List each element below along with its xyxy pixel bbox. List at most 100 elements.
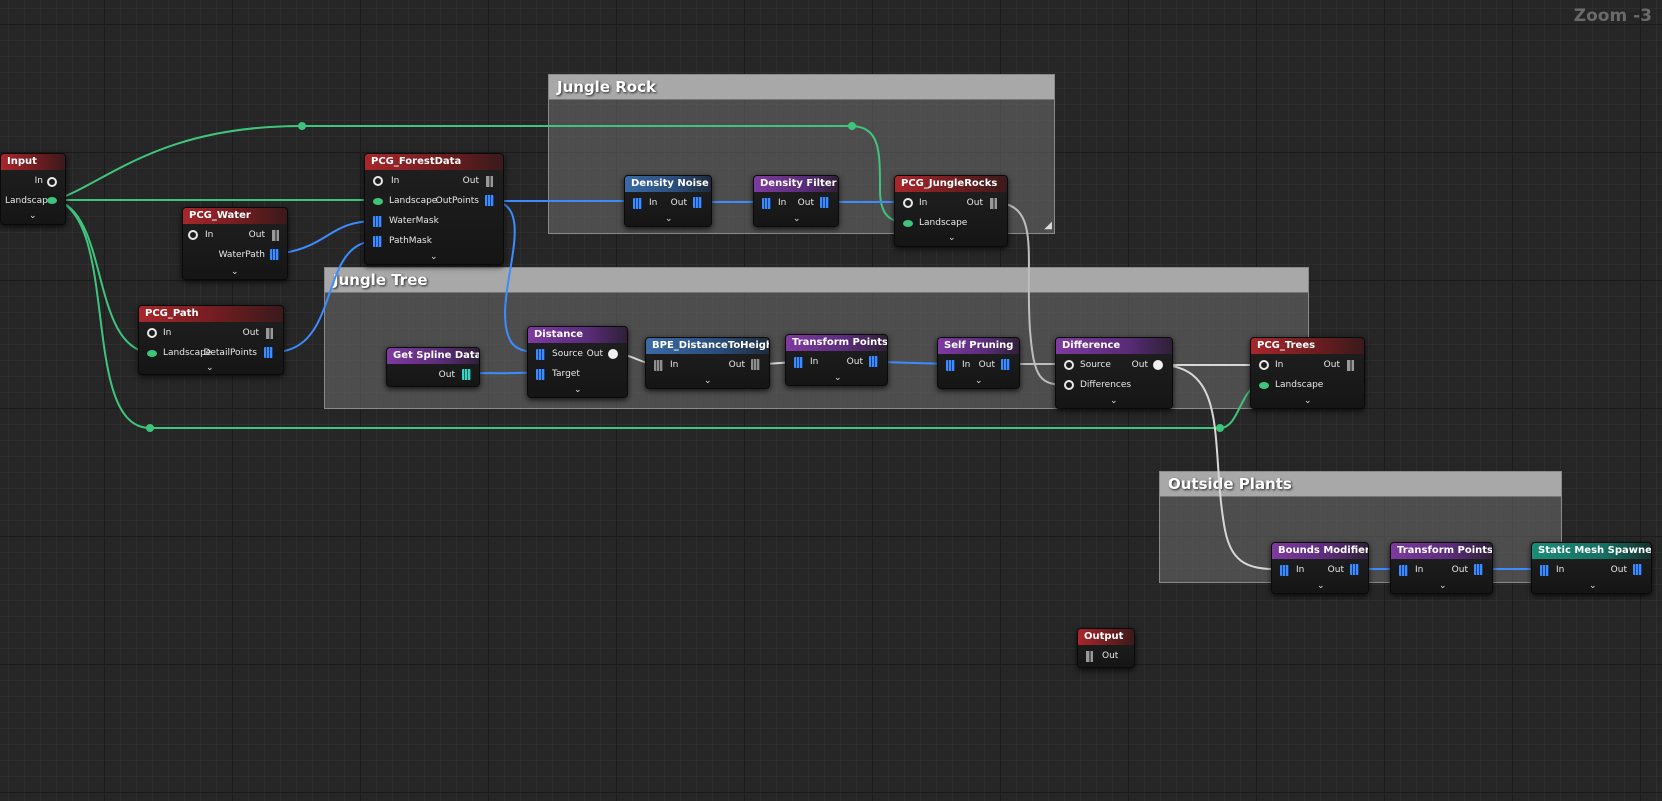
pin-label-in: In — [962, 360, 971, 370]
node-pcg-forestdata[interactable]: PCG_ForestData In Out Landscape OutPoint… — [364, 153, 504, 265]
point-data-pin-icon[interactable] — [693, 197, 702, 208]
pin-label-out: Out — [846, 357, 863, 367]
any-data-pin-icon[interactable] — [373, 176, 383, 186]
point-data-pin-icon[interactable] — [654, 360, 663, 371]
any-data-pin-icon[interactable] — [147, 328, 157, 338]
point-data-pin-icon[interactable] — [1086, 651, 1093, 662]
point-data-pin-icon[interactable] — [762, 198, 771, 209]
pin-label-in: In — [778, 198, 787, 208]
pin-label-in: In — [1415, 565, 1424, 575]
pin-label-landscape: Landscape — [1275, 380, 1324, 390]
point-data-pin-icon[interactable] — [373, 216, 382, 227]
pin-label-source: Source — [1080, 360, 1111, 370]
node-input[interactable]: Input In Landscape ⌄ — [0, 153, 66, 225]
chevron-down-icon[interactable]: ⌄ — [975, 377, 983, 386]
pin-label-pathmask: PathMask — [389, 236, 432, 246]
point-data-pin-icon[interactable] — [536, 349, 545, 360]
point-data-pin-icon[interactable] — [373, 236, 382, 247]
point-data-pin-icon[interactable] — [990, 198, 997, 209]
chevron-down-icon[interactable]: ⌄ — [430, 253, 438, 262]
chevron-down-icon[interactable]: ⌄ — [1304, 397, 1312, 406]
pin-label-out: Out — [1131, 360, 1148, 370]
pin-label-watermask: WaterMask — [389, 216, 439, 226]
node-pcg-path[interactable]: PCG_Path In Out Landscape DetailPoints ⌄ — [138, 305, 284, 375]
landscape-data-pin-icon[interactable] — [1259, 382, 1269, 389]
point-data-pin-icon[interactable] — [869, 356, 878, 367]
chevron-down-icon[interactable]: ⌄ — [948, 234, 956, 243]
spline-data-pin-icon[interactable] — [462, 369, 471, 380]
node-transform-points-2[interactable]: Transform Points In Out ⌄ — [1390, 542, 1493, 594]
chevron-down-icon[interactable]: ⌄ — [231, 268, 239, 277]
node-static-mesh-spawner[interactable]: Static Mesh Spawner In Out ⌄ — [1531, 542, 1652, 594]
chevron-down-icon[interactable]: ⌄ — [1589, 582, 1597, 591]
pin-label-in: In — [163, 328, 172, 338]
chevron-down-icon[interactable]: ⌄ — [574, 386, 582, 395]
point-data-pin-icon[interactable] — [751, 359, 760, 370]
chevron-down-icon[interactable]: ⌄ — [793, 215, 801, 224]
pin-label-in: In — [205, 230, 214, 240]
any-data-pin-icon[interactable] — [1064, 380, 1074, 390]
node-title: BPE_DistanceToHeight — [646, 338, 769, 354]
pin-label-in: In — [391, 176, 400, 186]
any-data-pin-icon[interactable] — [903, 198, 913, 208]
chevron-down-icon[interactable]: ⌄ — [834, 374, 842, 383]
landscape-data-pin-icon[interactable] — [373, 198, 383, 205]
point-data-pin-icon[interactable] — [536, 369, 545, 380]
chevron-down-icon[interactable]: ⌄ — [1439, 582, 1447, 591]
node-difference[interactable]: Difference Source Out Differences ⌄ — [1055, 337, 1173, 409]
node-pcg-water[interactable]: PCG_Water In Out WaterPath ⌄ — [182, 207, 288, 280]
chevron-down-icon[interactable]: ⌄ — [704, 377, 712, 386]
pin-label-outpoints: OutPoints — [435, 196, 479, 206]
chevron-down-icon[interactable]: ⌄ — [206, 364, 214, 373]
point-data-pin-icon[interactable] — [820, 197, 829, 208]
point-data-pin-icon[interactable] — [1633, 564, 1642, 575]
pin-label-out: Out — [1610, 565, 1627, 575]
node-title: PCG_Water — [183, 208, 287, 224]
landscape-data-pin-icon[interactable] — [903, 220, 913, 227]
node-self-pruning[interactable]: Self Pruning In Out ⌄ — [937, 337, 1020, 389]
node-pcg-trees[interactable]: PCG_Trees In Out Landscape ⌄ — [1250, 337, 1365, 409]
point-data-pin-icon[interactable] — [633, 198, 642, 209]
any-data-pin-icon[interactable] — [1153, 360, 1163, 370]
landscape-data-pin-icon[interactable] — [147, 350, 157, 357]
node-density-noise[interactable]: Density Noise In Out ⌄ — [624, 175, 712, 227]
reroute-node — [848, 122, 856, 130]
point-data-pin-icon[interactable] — [1350, 564, 1359, 575]
point-data-pin-icon[interactable] — [1001, 359, 1010, 370]
chevron-down-icon[interactable]: ⌄ — [665, 215, 673, 224]
node-bpe-distancetoheight[interactable]: BPE_DistanceToHeight In Out ⌄ — [645, 337, 770, 389]
point-data-pin-icon[interactable] — [486, 176, 493, 187]
point-data-pin-icon[interactable] — [1474, 564, 1483, 575]
any-data-pin-icon[interactable] — [188, 230, 198, 240]
point-data-pin-icon[interactable] — [485, 195, 494, 206]
reroute-node — [298, 122, 306, 130]
node-pcg-junglerocks[interactable]: PCG_JungleRocks In Out Landscape ⌄ — [894, 175, 1008, 247]
chevron-down-icon[interactable]: ⌄ — [1317, 582, 1325, 591]
node-get-spline-data[interactable]: Get Spline Data Out — [386, 347, 480, 387]
any-data-pin-icon[interactable] — [1064, 360, 1074, 370]
node-output[interactable]: Output Out — [1077, 628, 1135, 668]
pin-label-out: Out — [438, 370, 455, 380]
node-distance[interactable]: Distance Source Out Target ⌄ — [527, 326, 628, 398]
landscape-data-pin-icon[interactable] — [47, 197, 57, 204]
node-transform-points[interactable]: Transform Points In Out ⌄ — [785, 334, 888, 386]
point-data-pin-icon[interactable] — [264, 347, 273, 358]
point-data-pin-icon[interactable] — [946, 360, 955, 371]
chevron-down-icon[interactable]: ⌄ — [29, 212, 37, 221]
point-data-pin-icon[interactable] — [1399, 565, 1408, 576]
point-data-pin-icon[interactable] — [1280, 565, 1289, 576]
node-bounds-modifier[interactable]: Bounds Modifier In Out ⌄ — [1271, 542, 1369, 594]
any-data-pin-icon[interactable] — [47, 177, 57, 187]
point-data-pin-icon[interactable] — [270, 249, 279, 260]
any-data-pin-icon[interactable] — [1259, 360, 1269, 370]
any-data-pin-icon[interactable] — [608, 349, 618, 359]
node-density-filter[interactable]: Density Filter In Out ⌄ — [753, 175, 839, 227]
point-data-pin-icon[interactable] — [266, 328, 273, 339]
point-data-pin-icon[interactable] — [1540, 565, 1549, 576]
point-data-pin-icon[interactable] — [272, 230, 279, 241]
point-data-pin-icon[interactable] — [1347, 360, 1354, 371]
pin-label-in: In — [919, 198, 928, 208]
pin-label-out: Out — [242, 328, 259, 338]
chevron-down-icon[interactable]: ⌄ — [1110, 397, 1118, 406]
point-data-pin-icon[interactable] — [794, 357, 803, 368]
